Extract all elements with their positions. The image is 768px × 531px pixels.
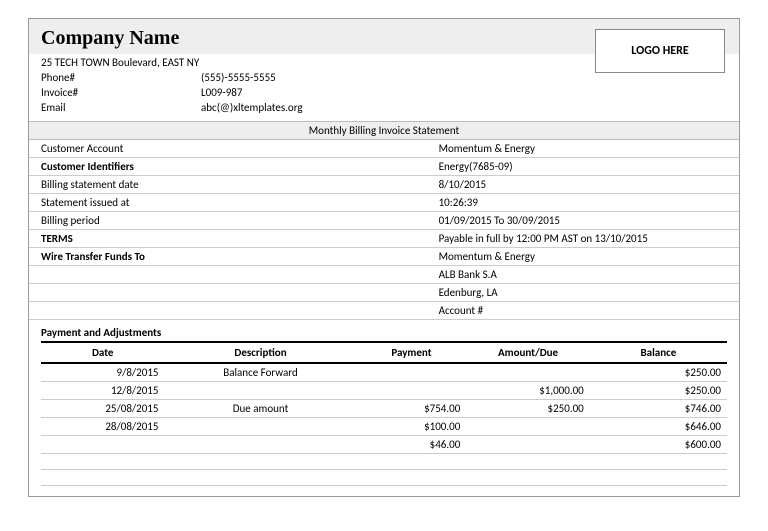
details-label: Wire Transfer Funds To [29,248,427,266]
cell-description [164,418,356,436]
col-date: Date [41,342,164,363]
cell-description [164,382,356,400]
invoice-document: Company Name LOGO HERE 25 TECH TOWN Boul… [28,18,740,497]
details-value: Account # [427,302,739,320]
details-value: Momentum & Energy [427,140,739,158]
cell-payment [357,454,467,470]
details-label: TERMS [29,230,427,248]
details-value: Edenburg, LA [427,284,739,302]
payments-header-row: Date Description Payment Amount/Due Bala… [41,342,727,363]
details-value: 8/10/2015 [427,176,739,194]
cell-date [41,454,164,470]
payments-title: Payment and Adjustments [29,320,739,339]
cell-payment: $100.00 [357,418,467,436]
cell-balance: $250.00 [590,363,727,382]
payments-row: 25/08/2015Due amount$754.00$250.00$746.0… [41,400,727,418]
cell-amount [466,436,589,454]
payments-row: 9/8/2015Balance Forward $250.00 [41,363,727,382]
cell-date: 12/8/2015 [41,382,164,400]
details-row: Statement issued at10:26:39 [29,194,739,212]
cell-balance [590,470,727,486]
cell-date [41,436,164,454]
payments-row: $46.00 $600.00 [41,436,727,454]
cell-amount [466,418,589,436]
details-label: Customer Account [29,140,427,158]
col-description: Description [164,342,356,363]
details-row: Billing period01/09/2015 To 30/09/2015 [29,212,739,230]
details-label: Billing statement date [29,176,427,194]
logo-placeholder: LOGO HERE [595,29,725,73]
cell-description [164,436,356,454]
details-row: Customer IdentifiersEnergy(7685-09) [29,158,739,176]
col-payment: Payment [357,342,467,363]
cell-description [164,454,356,470]
company-name: Company Name [41,27,179,50]
details-row: Account # [29,302,739,320]
invoice-label: Invoice# [41,86,201,101]
phone-label: Phone# [41,71,201,86]
invoice-value: L009-987 [201,86,242,101]
cell-amount: $250.00 [466,400,589,418]
cell-payment [357,363,467,382]
details-row: Wire Transfer Funds ToMomentum & Energy [29,248,739,266]
details-label [29,302,427,320]
details-row: ALB Bank S.A [29,266,739,284]
details-row: Billing statement date8/10/2015 [29,176,739,194]
cell-date: 9/8/2015 [41,363,164,382]
cell-balance [590,454,727,470]
details-value: Momentum & Energy [427,248,739,266]
cell-balance: $646.00 [590,418,727,436]
cell-date [41,470,164,486]
payments-row [41,454,727,470]
payments-row: 12/8/2015 $1,000.00$250.00 [41,382,727,400]
cell-description: Due amount [164,400,356,418]
cell-amount [466,363,589,382]
cell-amount [466,454,589,470]
email-value: abc(@)xltemplates.org [201,101,303,116]
col-balance: Balance [590,342,727,363]
payments-row [41,470,727,486]
cell-description [164,470,356,486]
col-amount: Amount/Due [466,342,589,363]
details-row: Customer AccountMomentum & Energy [29,140,739,158]
details-label [29,284,427,302]
cell-balance: $600.00 [590,436,727,454]
details-label: Customer Identifiers [29,158,427,176]
details-label: Statement issued at [29,194,427,212]
details-row: TERMSPayable in full by 12:00 PM AST on … [29,230,739,248]
details-value: 01/09/2015 To 30/09/2015 [427,212,739,230]
cell-payment [357,470,467,486]
cell-date: 28/08/2015 [41,418,164,436]
payments-table: Date Description Payment Amount/Due Bala… [41,341,727,486]
phone-value: (555)-5555-5555 [201,71,276,86]
details-value: ALB Bank S.A [427,266,739,284]
details-value: 10:26:39 [427,194,739,212]
details-value: Payable in full by 12:00 PM AST on 13/10… [427,230,739,248]
details-label: Billing period [29,212,427,230]
details-label [29,266,427,284]
cell-amount: $1,000.00 [466,382,589,400]
email-label: Email [41,101,201,116]
cell-amount [466,470,589,486]
details-row: Edenburg, LA [29,284,739,302]
cell-payment [357,382,467,400]
details-table: Customer AccountMomentum & EnergyCustome… [29,140,739,320]
cell-description: Balance Forward [164,363,356,382]
cell-balance: $746.00 [590,400,727,418]
cell-payment: $754.00 [357,400,467,418]
details-value: Energy(7685-09) [427,158,739,176]
section-title: Monthly Billing Invoice Statement [29,121,739,140]
cell-balance: $250.00 [590,382,727,400]
cell-payment: $46.00 [357,436,467,454]
payments-row: 28/08/2015 $100.00 $646.00 [41,418,727,436]
cell-date: 25/08/2015 [41,400,164,418]
